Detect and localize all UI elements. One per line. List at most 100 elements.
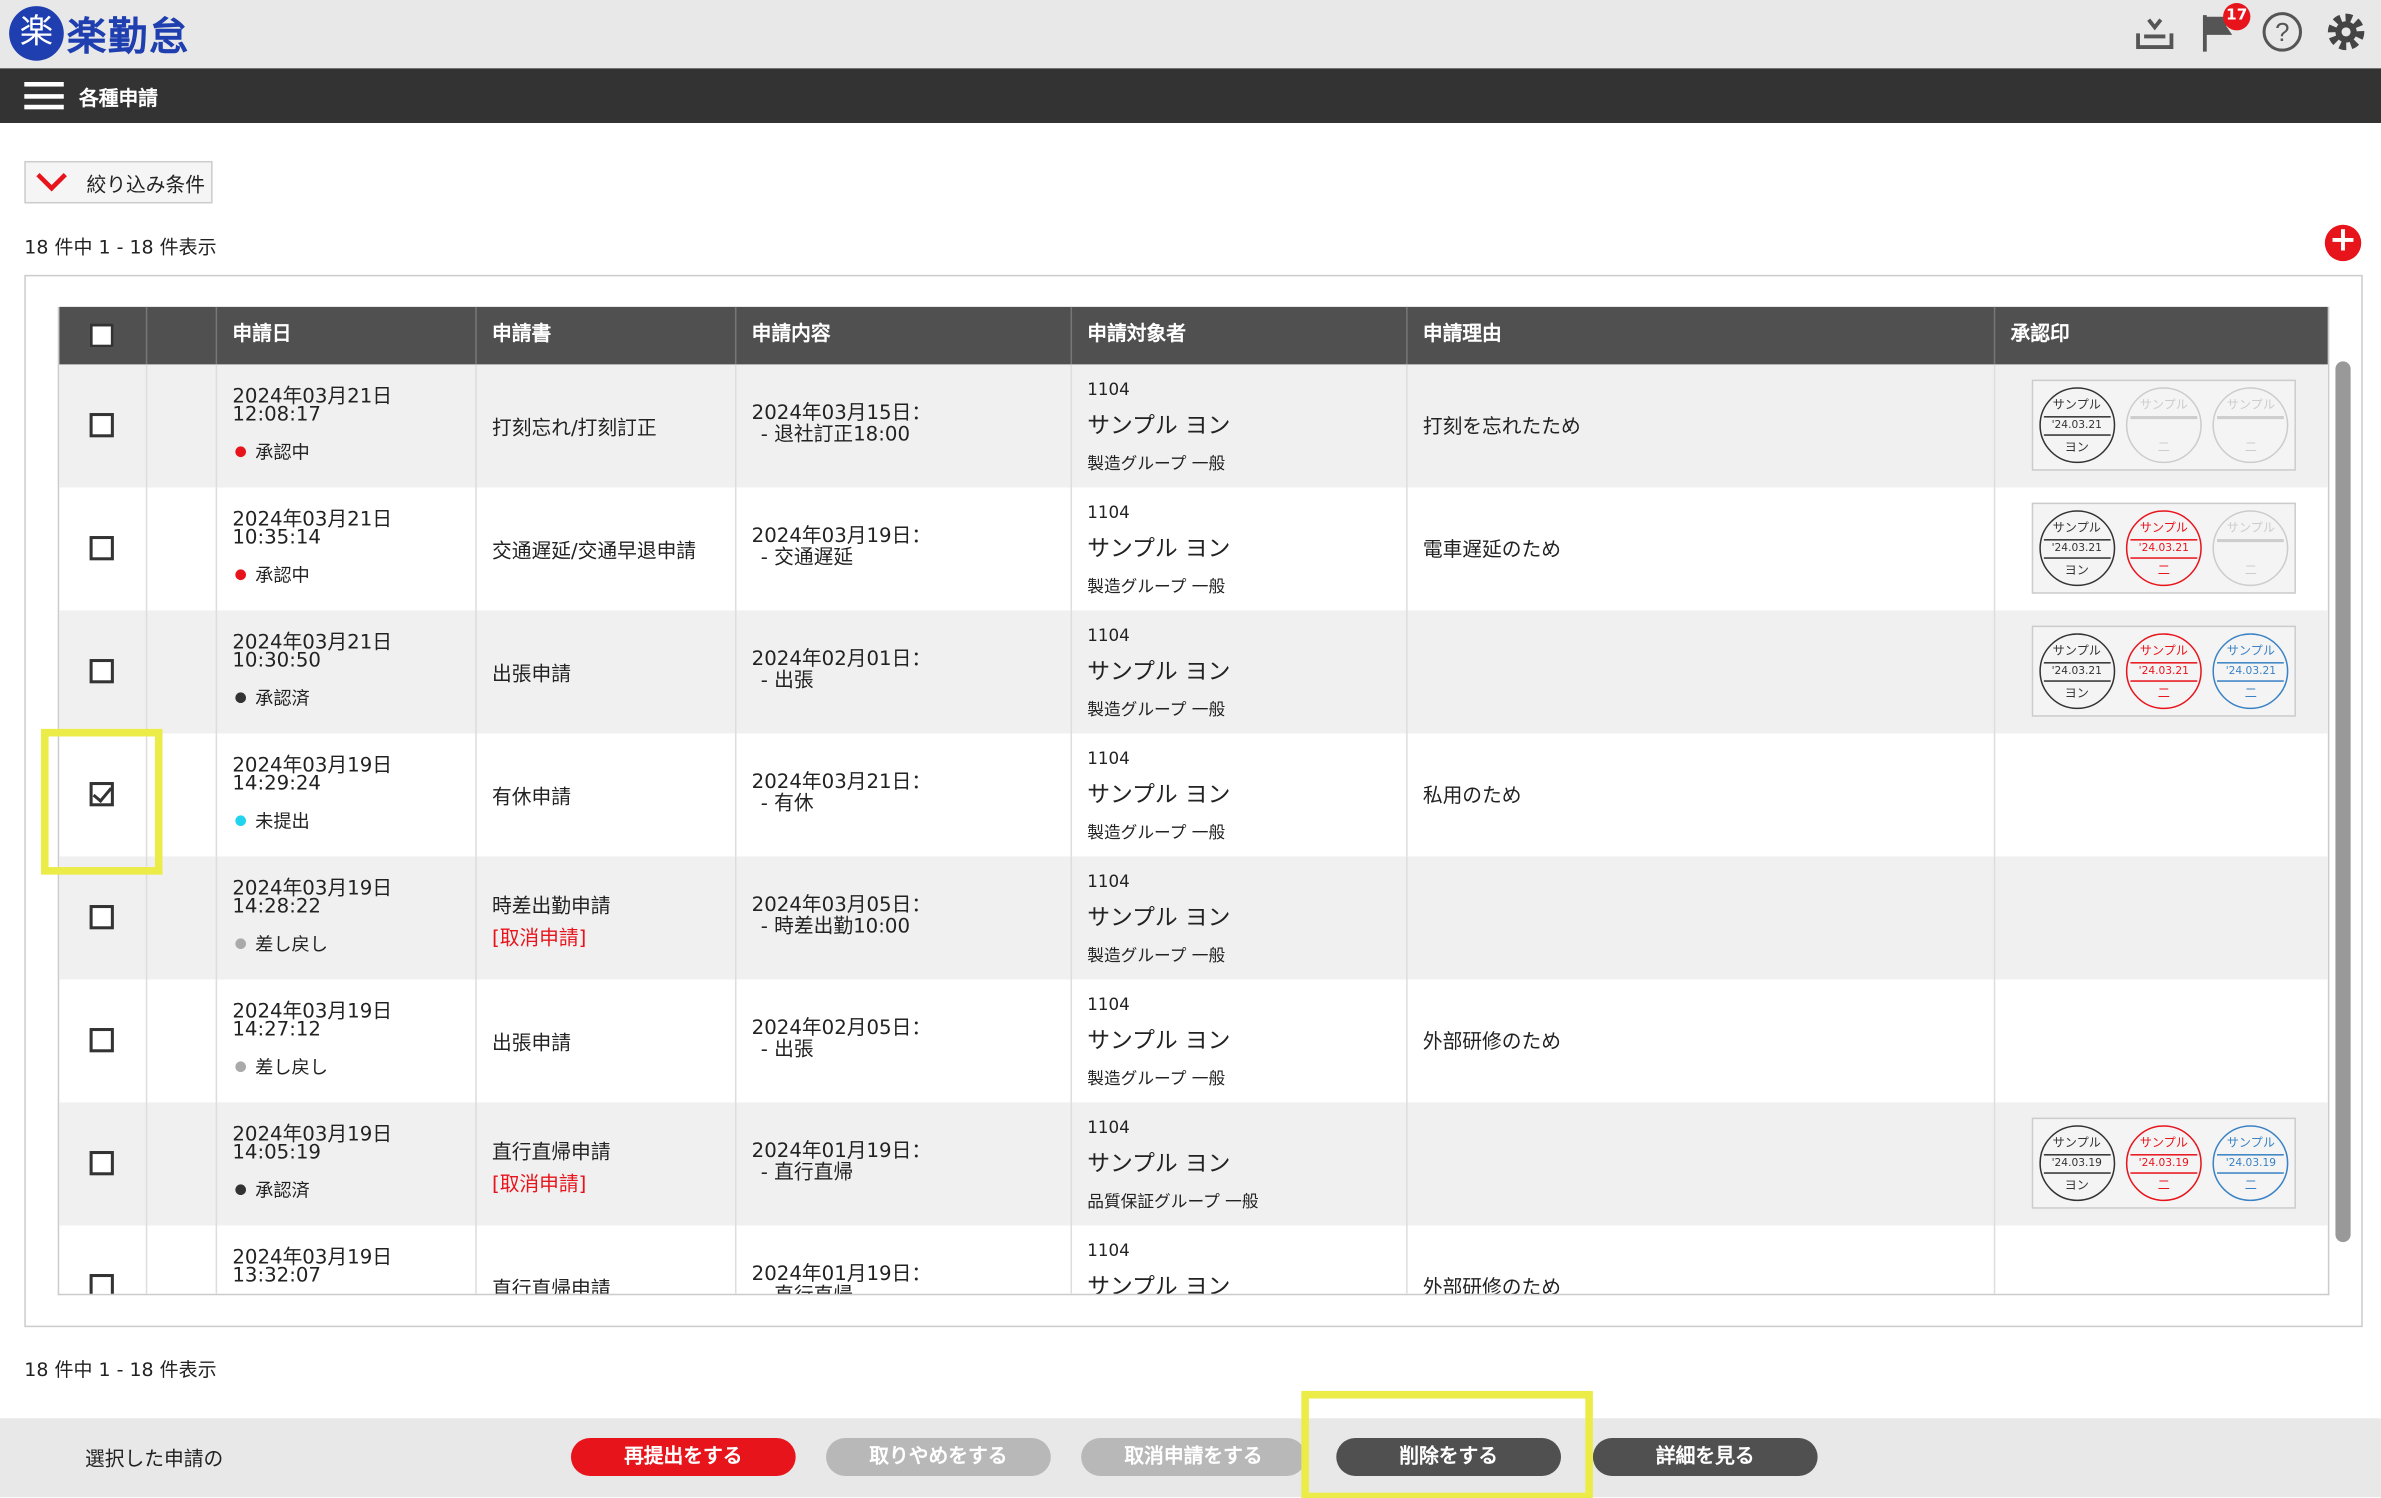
- employee-group: 製造グループ 一般: [1087, 700, 1226, 720]
- stamp-top: サンプル: [2139, 397, 2188, 412]
- header-stamps: 承認印: [1993, 306, 2328, 365]
- stamp-bottom: 二: [2244, 1178, 2257, 1193]
- request-datetime: 2024年03月19日 14:05:19: [232, 1123, 393, 1165]
- table-cell: 直行直帰申請: [475, 1225, 735, 1294]
- request-datetime: 2024年03月19日 14:27:12: [232, 1000, 393, 1042]
- table-cell: [1993, 979, 2328, 1103]
- cancel-request-label: [取消申請]: [491, 1173, 587, 1197]
- employee-name: サンプル ヨン: [1087, 1272, 1231, 1296]
- withdraw-button[interactable]: 取りやめをする: [826, 1438, 1051, 1476]
- filter-toggle-button[interactable]: 絞り込み条件: [24, 160, 213, 204]
- table-row[interactable]: 2024年03月21日 10:30:50 承認済 出張申請 2024年02月01日： -…: [59, 610, 2328, 734]
- approval-stamp: サンプル '24.03.21 二: [2125, 633, 2202, 710]
- stamp-top: サンプル: [2226, 520, 2275, 535]
- nav-bar: 各種申請: [0, 68, 2381, 123]
- help-icon[interactable]: ?: [2260, 9, 2306, 55]
- stamp-top: サンプル: [2139, 1135, 2188, 1150]
- content-date: 2024年03月19日：: [751, 525, 932, 549]
- row-checkbox[interactable]: [89, 1151, 114, 1176]
- row-checkbox[interactable]: [89, 413, 114, 438]
- table-cell: [145, 979, 216, 1103]
- gear-icon[interactable]: [2323, 9, 2369, 55]
- request-reason: 外部研修のため: [1422, 1031, 1562, 1054]
- table-cell: サンプル '24.03.21 ヨン サンプル二サンプル二: [1993, 364, 2328, 488]
- table-row[interactable]: 2024年03月19日 14:29:24 未提出 有休申請 2024年03月21日： -…: [59, 733, 2328, 857]
- table-header: 申請日 申請書 申請内容 申請対象者 申請理由 承認印: [59, 306, 2328, 365]
- employee-name: サンプル ヨン: [1087, 780, 1231, 808]
- employee-code: 1104: [1087, 502, 1130, 523]
- request-datetime: 2024年03月21日 10:30:50: [232, 631, 393, 673]
- stamp-top: サンプル: [2139, 520, 2188, 535]
- table-cell: 電車遅延のため: [1406, 487, 1994, 611]
- details-button[interactable]: 詳細を見る: [1592, 1438, 1818, 1476]
- stamp-bottom: ヨン: [2064, 563, 2089, 578]
- approval-stamp: サンプル二: [2125, 387, 2202, 464]
- content-detail: - 退社訂正18:00: [760, 423, 911, 447]
- row-checkbox[interactable]: [89, 659, 114, 684]
- row-checkbox[interactable]: [89, 536, 114, 561]
- request-content: 2024年01月19日：- 直行直帰: [752, 1264, 931, 1294]
- employee-code: 1104: [1087, 1117, 1130, 1138]
- employee-code: 1104: [1087, 625, 1130, 646]
- employee-name: サンプル ヨン: [1087, 903, 1231, 931]
- header-reason[interactable]: 申請理由: [1406, 306, 1994, 365]
- table-cell: [59, 1225, 146, 1294]
- select-all-checkbox[interactable]: [89, 323, 114, 348]
- table-cell: 出張申請: [475, 979, 735, 1103]
- header-form[interactable]: 申請書: [475, 306, 735, 365]
- menu-icon[interactable]: [24, 81, 64, 110]
- stamp-date: '24.03.21: [2043, 416, 2111, 436]
- status-badge: 承認済: [235, 685, 310, 711]
- stamp-date: '24.03.19: [2217, 1154, 2285, 1174]
- table-row[interactable]: 2024年03月19日 14:28:22 差し戻し 時差出勤申請 [取消申請] 2024…: [59, 856, 2328, 980]
- table-cell: 1104 サンプル ヨン 製造グループ 一般: [1070, 733, 1407, 857]
- table-cell: 2024年03月19日： - 交通遅延: [734, 487, 1071, 611]
- request-content: 2024年02月01日： - 出張: [751, 648, 932, 693]
- status-dot-icon: [235, 569, 246, 581]
- row-checkbox[interactable]: [89, 1028, 114, 1053]
- table-row[interactable]: 2024年03月19日 14:27:12 差し戻し 出張申請 2024年02月05日：…: [59, 979, 2328, 1103]
- table-cell: 1104 サンプル ヨン 製造グループ 一般: [1070, 856, 1407, 980]
- resubmit-button[interactable]: 再提出をする: [570, 1438, 796, 1476]
- row-checkbox[interactable]: [89, 905, 114, 930]
- employee-code: 1104: [1087, 748, 1130, 769]
- svg-text:?: ?: [2275, 19, 2289, 47]
- content-date: 2024年02月01日：: [751, 648, 932, 672]
- footer-label: 選択した申請の: [85, 1448, 224, 1472]
- approval-stamps: サンプル '24.03.21 ヨン サンプル二サンプル二: [2031, 379, 2296, 471]
- status-dot-icon: [235, 1184, 246, 1196]
- request-content: 2024年03月21日： - 有休: [752, 772, 931, 816]
- row-checkbox[interactable]: [89, 1274, 114, 1294]
- stamp-date: '24.03.19: [2043, 1154, 2111, 1174]
- table-row[interactable]: 2024年03月19日 13:32:07 直行直帰申請 2024年01月19日：- …: [59, 1225, 2328, 1296]
- table-row[interactable]: 2024年03月21日 10:35:14 承認中 交通遅延/交通早退申請 2024年0…: [59, 487, 2328, 611]
- table-cell: [1406, 610, 1994, 734]
- form-name: 直行直帰申請: [491, 1141, 611, 1165]
- app-logo[interactable]: 楽 楽勤怠: [9, 6, 190, 61]
- table-cell: [145, 487, 216, 611]
- employee-code: 1104: [1087, 871, 1130, 892]
- table-cell: 2024年03月19日 14:05:19 承認済: [215, 1102, 476, 1226]
- table-cell: 打刻忘れ/打刻訂正: [475, 364, 735, 488]
- stamp-date: '24.03.21: [2217, 662, 2285, 682]
- table-cell: 外部研修のため: [1406, 979, 1994, 1103]
- table-row[interactable]: 2024年03月19日 14:05:19 承認済 直行直帰申請 [取消申請] 2024年…: [59, 1102, 2328, 1226]
- content-detail: - 有休: [760, 792, 814, 816]
- header-content[interactable]: 申請内容: [734, 306, 1071, 365]
- header-target[interactable]: 申請対象者: [1070, 306, 1407, 365]
- table-scrollbar[interactable]: [2335, 361, 2351, 1243]
- employee-group: 品質保証グループ 一般: [1087, 1192, 1259, 1212]
- table-row[interactable]: 2024年03月21日 12:08:17 承認中 打刻忘れ/打刻訂正 2024年03月…: [59, 364, 2328, 488]
- table-cell: 有休申請: [475, 733, 735, 857]
- chevron-down-icon: [36, 173, 67, 192]
- form-name: 出張申請: [491, 1032, 571, 1056]
- header-date[interactable]: 申請日: [215, 306, 476, 365]
- status-text: 承認済: [255, 687, 310, 710]
- add-icon[interactable]: +: [2324, 224, 2362, 262]
- table-cell: 2024年03月21日 10:35:14 承認中: [215, 487, 476, 611]
- inbox-icon[interactable]: [2132, 9, 2178, 55]
- flag-icon[interactable]: 17: [2196, 3, 2251, 55]
- approval-stamp: サンプル二: [2212, 510, 2289, 587]
- table-cell: [59, 856, 146, 979]
- cancel-request-button[interactable]: 取消申請をする: [1081, 1438, 1306, 1476]
